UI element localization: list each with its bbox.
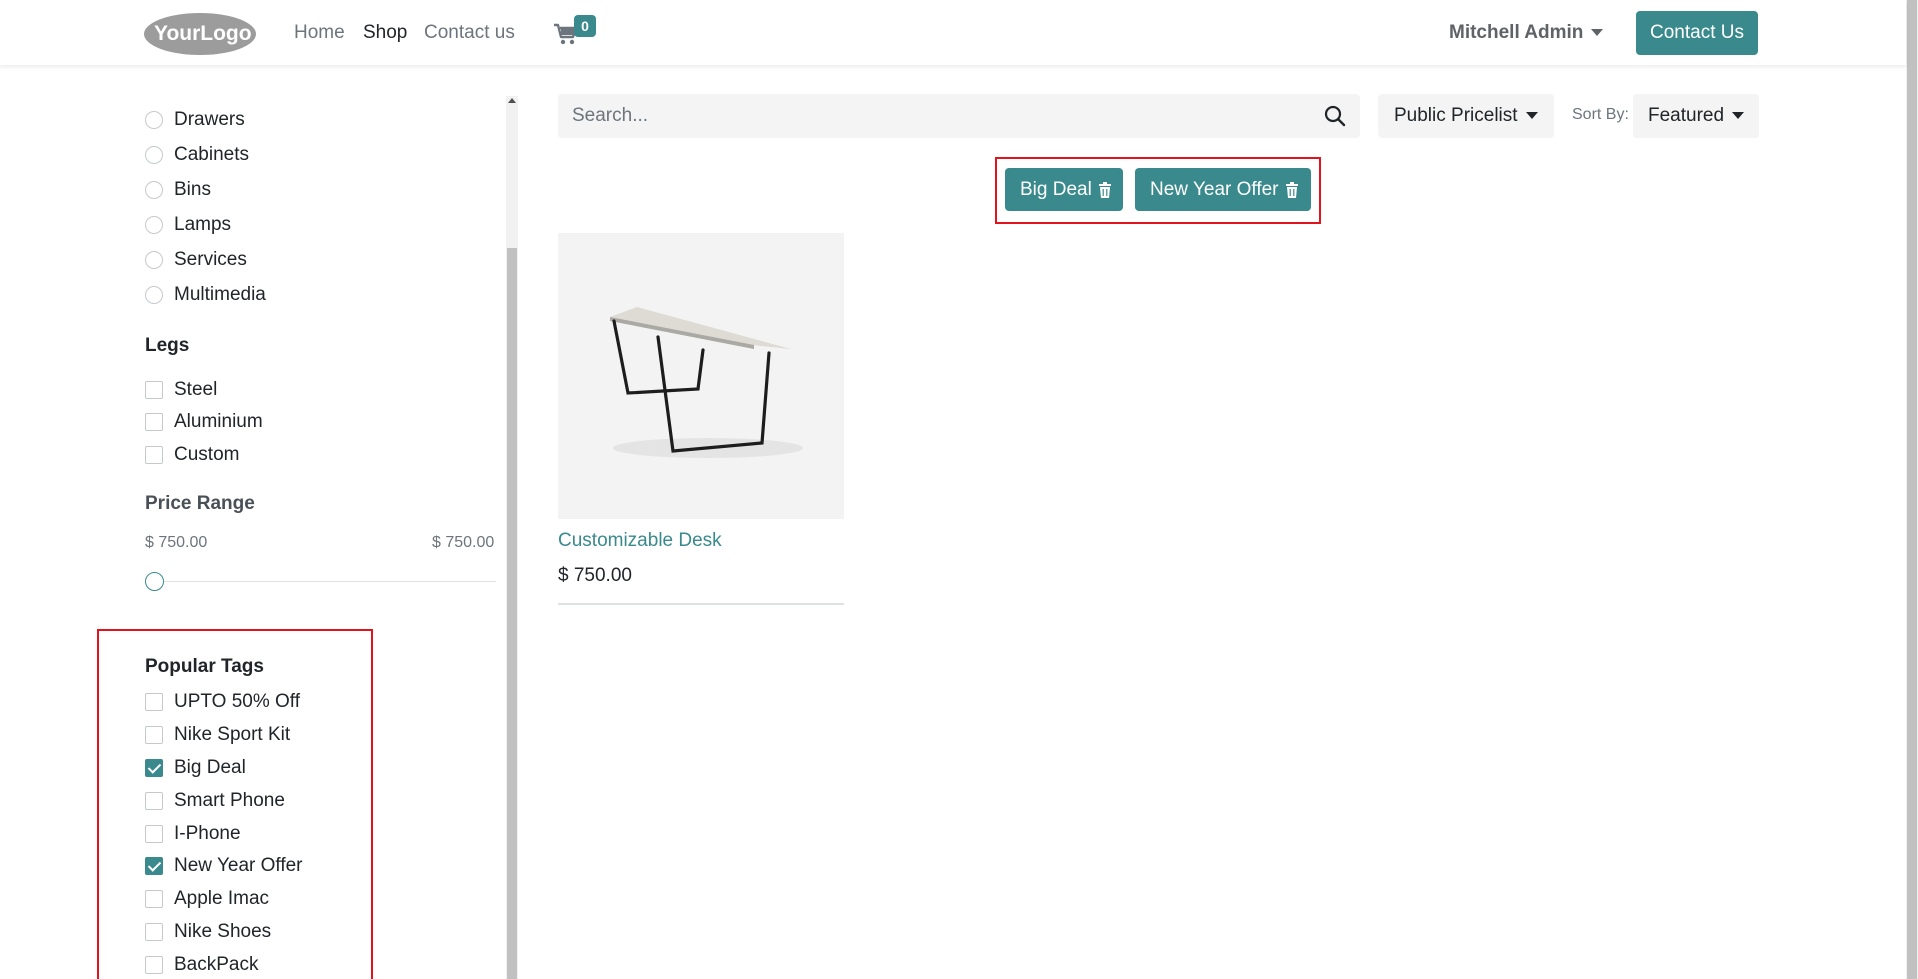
pricelist-value: Public Pricelist <box>1394 105 1518 126</box>
pricelist-dropdown[interactable]: Public Pricelist <box>1378 94 1554 138</box>
product-name-link[interactable]: Customizable Desk <box>558 530 722 552</box>
product-price: $ 750.00 <box>558 565 632 586</box>
logo-text: YourLogo <box>154 22 252 45</box>
category-option-multimedia[interactable]: Multimedia <box>145 283 266 307</box>
search-icon[interactable] <box>1324 105 1346 127</box>
legs-title: Legs <box>145 335 190 356</box>
sort-dropdown[interactable]: Featured <box>1633 94 1759 138</box>
popular-tags-highlight <box>97 629 373 979</box>
sidebar-scrollbar-thumb[interactable] <box>507 248 517 979</box>
active-filter-label: New Year Offer <box>1150 179 1279 200</box>
trash-icon[interactable] <box>1285 181 1299 198</box>
active-filter-big-deal[interactable]: Big Deal <box>1005 168 1123 211</box>
chevron-down-icon <box>1591 29 1604 37</box>
legs-label: Custom <box>174 444 240 465</box>
category-label: Services <box>174 249 247 270</box>
page-scrollbar[interactable] <box>1906 0 1918 979</box>
legs-label: Aluminium <box>174 411 263 432</box>
chevron-down-icon <box>1525 112 1538 120</box>
sort-value: Featured <box>1648 105 1725 126</box>
price-max-label: $ 750.00 <box>432 534 495 551</box>
legs-checkbox[interactable] <box>145 413 163 431</box>
category-label: Bins <box>174 179 211 200</box>
category-radio[interactable] <box>145 181 163 199</box>
legs-option-steel[interactable]: Steel <box>145 378 217 402</box>
sort-label: Sort By: <box>1572 106 1629 123</box>
category-radio[interactable] <box>145 251 163 269</box>
trash-icon[interactable] <box>1098 181 1112 198</box>
legs-option-custom[interactable]: Custom <box>145 443 239 467</box>
contact-us-button[interactable]: Contact Us <box>1636 11 1758 55</box>
search-bar <box>558 94 1360 138</box>
legs-label: Steel <box>174 379 218 400</box>
sidebar-scrollbar[interactable] <box>506 96 518 979</box>
price-min-label: $ 750.00 <box>145 534 208 551</box>
product-image-customizable-desk[interactable] <box>558 233 844 519</box>
category-option-cabinets[interactable]: Cabinets <box>145 143 249 167</box>
legs-option-aluminium[interactable]: Aluminium <box>145 410 263 434</box>
search-input[interactable] <box>558 94 1318 138</box>
page-scrollbar-thumb[interactable] <box>1907 0 1917 979</box>
product-divider <box>558 603 844 605</box>
category-option-bins[interactable]: Bins <box>145 178 211 202</box>
category-radio[interactable] <box>145 286 163 304</box>
category-radio[interactable] <box>145 111 163 129</box>
active-filter-new-year-offer[interactable]: New Year Offer <box>1135 168 1311 211</box>
category-label: Cabinets <box>174 144 249 165</box>
price-slider-track[interactable] <box>154 581 496 582</box>
price-slider-handle[interactable] <box>145 572 164 591</box>
nav-home[interactable]: Home <box>294 22 345 44</box>
active-filter-label: Big Deal <box>1020 179 1092 200</box>
category-option-drawers[interactable]: Drawers <box>145 108 245 132</box>
category-option-lamps[interactable]: Lamps <box>145 213 231 237</box>
user-name: Mitchell Admin <box>1449 22 1584 43</box>
price-range-title: Price Range <box>145 493 255 514</box>
category-label: Multimedia <box>174 284 266 305</box>
chevron-down-icon <box>1732 112 1745 120</box>
cart-count-badge: 0 <box>574 15 596 37</box>
nav-contact-us[interactable]: Contact us <box>424 22 515 44</box>
category-label: Drawers <box>174 109 245 130</box>
category-label: Lamps <box>174 214 232 235</box>
legs-checkbox[interactable] <box>145 381 163 399</box>
nav-shop[interactable]: Shop <box>363 22 407 44</box>
category-radio[interactable] <box>145 146 163 164</box>
your-logo[interactable]: YourLogo <box>144 12 257 56</box>
category-option-services[interactable]: Services <box>145 248 247 272</box>
category-radio[interactable] <box>145 216 163 234</box>
top-navbar: YourLogo Home Shop Contact us 0 Mitchell… <box>0 0 1906 65</box>
scroll-up-arrow-icon[interactable] <box>508 98 516 103</box>
legs-checkbox[interactable] <box>145 446 163 464</box>
user-menu[interactable]: Mitchell Admin <box>1449 22 1604 44</box>
